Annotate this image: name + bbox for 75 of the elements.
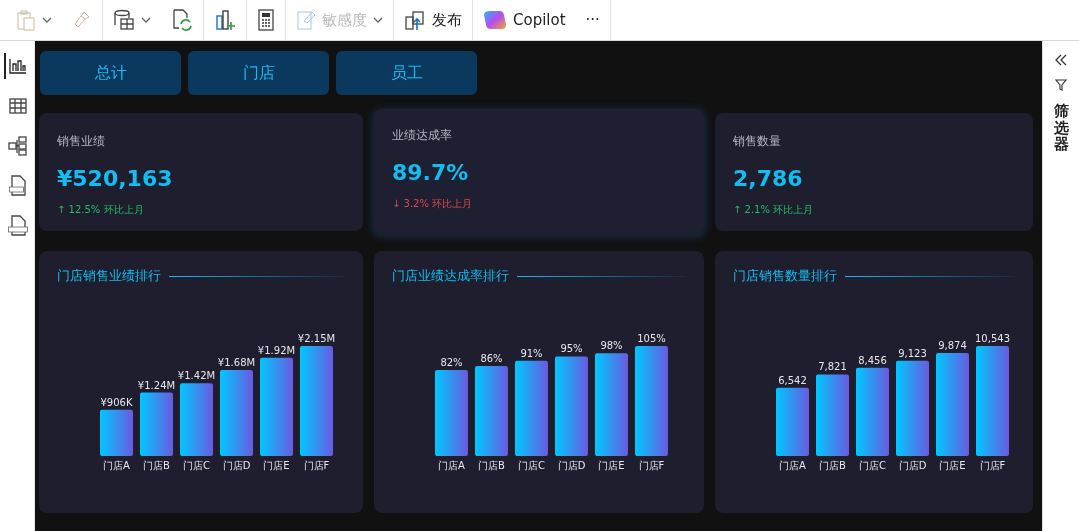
category-label: 门店D [557, 460, 586, 471]
kpi-change: ↑ 12.5% 环比上月 [57, 203, 144, 217]
category-label: 门店E [939, 460, 966, 471]
caret-icon [141, 17, 151, 23]
report-icon [9, 58, 27, 74]
category-label: 门店C [518, 460, 545, 471]
refresh-icon [171, 8, 193, 32]
chart-title: 门店销售数量排行 [733, 267, 837, 285]
more-button[interactable]: ··· [575, 3, 610, 37]
paste-icon [16, 9, 36, 31]
calculator-icon [257, 9, 275, 31]
value-label: 98% [600, 340, 623, 352]
kpi-change: ↑ 2.1% 环比上月 [733, 203, 814, 217]
caret-icon [373, 17, 383, 23]
tab[interactable]: 员工 [336, 51, 477, 95]
kpi-value: ¥520,163 [57, 166, 173, 191]
value-label: ¥1.42M [177, 370, 216, 382]
publish-button[interactable]: 发布 [394, 3, 472, 37]
category-label: 门店E [263, 460, 290, 471]
copilot-icon [483, 9, 507, 31]
value-label: 86% [480, 352, 503, 364]
value-label: ¥2.15M [297, 333, 336, 344]
model-icon [8, 136, 28, 156]
category-label: 门店B [143, 460, 170, 471]
publish-icon [404, 9, 426, 31]
tab[interactable]: 门店 [188, 51, 329, 95]
value-label: 8,456 [858, 354, 887, 366]
value-label: ¥1.24M [137, 379, 176, 391]
value-label: ¥1.68M [217, 357, 256, 369]
collapse-icon[interactable] [1054, 53, 1068, 67]
value-label: ¥1.92M [257, 344, 296, 356]
kpi-title: 销售数量 [733, 133, 781, 150]
new-visual-icon [214, 8, 236, 32]
chart-title: 门店销售业绩排行 [57, 267, 161, 285]
copilot-button[interactable]: Copilot [473, 3, 576, 37]
kpi-title: 销售业绩 [57, 133, 105, 150]
kpi-value: 89.7% [392, 160, 469, 185]
category-label: 门店A [438, 460, 465, 471]
database-icon [113, 9, 135, 31]
kpi-value: 2,786 [733, 166, 803, 191]
bar [100, 409, 133, 456]
bar [776, 387, 809, 456]
value-label: 9,874 [938, 340, 967, 351]
value-label: 6,542 [778, 374, 807, 386]
sensitivity-icon [296, 9, 316, 31]
value-label: ¥906K [100, 396, 133, 408]
kpi-title: 业绩达成率 [392, 127, 452, 144]
brush-icon [72, 10, 92, 30]
category-label: 门店D [898, 460, 927, 471]
category-label: 门店E [598, 460, 625, 471]
chart-title: 门店业绩达成率排行 [392, 267, 509, 285]
value-label: 95% [560, 343, 583, 355]
caret-icon [42, 17, 52, 23]
category-label: 门店A [103, 460, 130, 471]
filter-icon [1055, 79, 1067, 91]
value-label: 10,543 [975, 333, 1010, 344]
category-label: 门店D [222, 460, 251, 471]
category-label: 门店F [638, 460, 665, 471]
category-label: 门店F [979, 460, 1006, 471]
value-label: 91% [520, 347, 543, 359]
category-label: 门店A [779, 460, 806, 471]
category-label: 门店C [183, 460, 210, 471]
value-label: 82% [440, 357, 463, 369]
value-label: 105% [637, 333, 666, 344]
value-label: 9,123 [898, 347, 927, 359]
bar [140, 392, 173, 456]
kpi-change: ↓ 3.2% 环比上月 [392, 197, 473, 211]
filter-pane-title[interactable]: 筛选器 [1053, 103, 1069, 153]
table-icon [9, 98, 27, 114]
tab[interactable]: 总计 [40, 51, 181, 95]
value-label: 7,821 [818, 361, 847, 373]
category-label: 门店C [859, 460, 886, 471]
category-label: 门店B [478, 460, 505, 471]
category-label: 门店F [303, 460, 330, 471]
category-label: 门店B [819, 460, 846, 471]
